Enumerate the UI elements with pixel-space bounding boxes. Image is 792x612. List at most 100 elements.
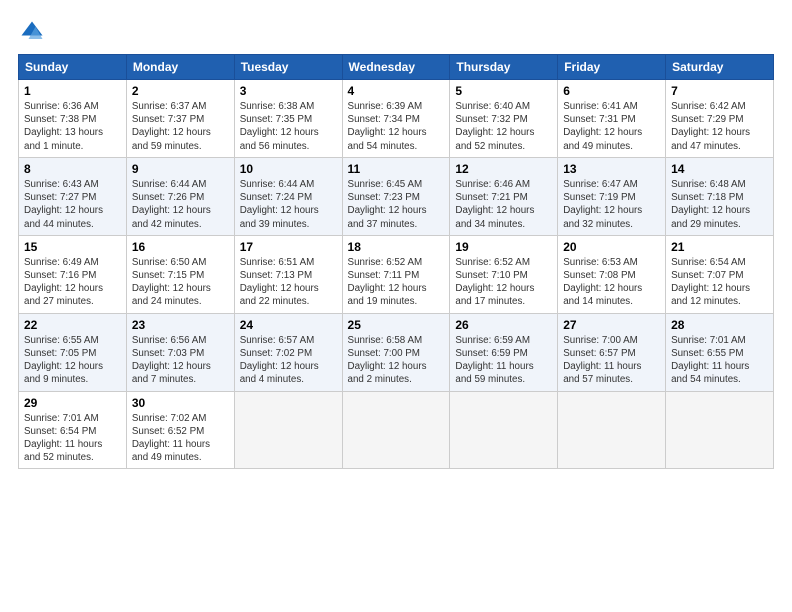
- day-info: Sunrise: 6:42 AMSunset: 7:29 PMDaylight:…: [671, 100, 768, 153]
- calendar-cell: 15 Sunrise: 6:49 AMSunset: 7:16 PMDayligh…: [19, 235, 127, 313]
- calendar-cell: 25 Sunrise: 6:58 AMSunset: 7:00 PMDayligh…: [342, 313, 450, 391]
- calendar-cell: [450, 391, 558, 469]
- day-number: 3: [240, 84, 337, 98]
- day-header-wednesday: Wednesday: [342, 55, 450, 80]
- day-header-friday: Friday: [558, 55, 666, 80]
- day-number: 2: [132, 84, 229, 98]
- day-number: 22: [24, 318, 121, 332]
- logo: [18, 18, 50, 46]
- day-info: Sunrise: 6:45 AMSunset: 7:23 PMDaylight:…: [348, 178, 445, 231]
- day-number: 25: [348, 318, 445, 332]
- calendar-cell: [666, 391, 774, 469]
- day-info: Sunrise: 6:52 AMSunset: 7:10 PMDaylight:…: [455, 256, 552, 309]
- day-info: Sunrise: 6:49 AMSunset: 7:16 PMDaylight:…: [24, 256, 121, 309]
- day-info: Sunrise: 6:46 AMSunset: 7:21 PMDaylight:…: [455, 178, 552, 231]
- day-header-saturday: Saturday: [666, 55, 774, 80]
- calendar-cell: 3 Sunrise: 6:38 AMSunset: 7:35 PMDaylight…: [234, 80, 342, 158]
- day-info: Sunrise: 6:44 AMSunset: 7:24 PMDaylight:…: [240, 178, 337, 231]
- day-info: Sunrise: 7:01 AMSunset: 6:54 PMDaylight:…: [24, 412, 121, 465]
- day-number: 17: [240, 240, 337, 254]
- day-info: Sunrise: 6:44 AMSunset: 7:26 PMDaylight:…: [132, 178, 229, 231]
- day-number: 12: [455, 162, 552, 176]
- calendar-cell: 14Sunrise: 6:48 AMSunset: 7:18 PMDayligh…: [666, 157, 774, 235]
- day-info: Sunrise: 7:02 AMSunset: 6:52 PMDaylight:…: [132, 412, 229, 465]
- calendar-cell: 28 Sunrise: 7:01 AMSunset: 6:55 PMDayligh…: [666, 313, 774, 391]
- day-number: 20: [563, 240, 660, 254]
- calendar-cell: [558, 391, 666, 469]
- calendar-cell: 9 Sunrise: 6:44 AMSunset: 7:26 PMDaylight…: [126, 157, 234, 235]
- day-number: 18: [348, 240, 445, 254]
- day-info: Sunrise: 6:57 AMSunset: 7:02 PMDaylight:…: [240, 334, 337, 387]
- calendar-cell: 11 Sunrise: 6:45 AMSunset: 7:23 PMDayligh…: [342, 157, 450, 235]
- day-number: 26: [455, 318, 552, 332]
- day-number: 11: [348, 162, 445, 176]
- calendar-cell: 27 Sunrise: 7:00 AMSunset: 6:57 PMDayligh…: [558, 313, 666, 391]
- day-header-monday: Monday: [126, 55, 234, 80]
- calendar-cell: 24 Sunrise: 6:57 AMSunset: 7:02 PMDayligh…: [234, 313, 342, 391]
- day-number: 27: [563, 318, 660, 332]
- day-number: 10: [240, 162, 337, 176]
- calendar-cell: 26 Sunrise: 6:59 AMSunset: 6:59 PMDayligh…: [450, 313, 558, 391]
- day-number: 21: [671, 240, 768, 254]
- calendar-cell: 5 Sunrise: 6:40 AMSunset: 7:32 PMDaylight…: [450, 80, 558, 158]
- day-header-tuesday: Tuesday: [234, 55, 342, 80]
- day-info: Sunrise: 6:58 AMSunset: 7:00 PMDaylight:…: [348, 334, 445, 387]
- calendar-cell: 2 Sunrise: 6:37 AMSunset: 7:37 PMDaylight…: [126, 80, 234, 158]
- calendar-cell: 16 Sunrise: 6:50 AMSunset: 7:15 PMDayligh…: [126, 235, 234, 313]
- day-info: Sunrise: 6:48 AMSunset: 7:18 PMDaylight:…: [671, 178, 768, 231]
- calendar-cell: 18 Sunrise: 6:52 AMSunset: 7:11 PMDayligh…: [342, 235, 450, 313]
- day-info: Sunrise: 6:40 AMSunset: 7:32 PMDaylight:…: [455, 100, 552, 153]
- day-info: Sunrise: 6:54 AMSunset: 7:07 PMDaylight:…: [671, 256, 768, 309]
- logo-icon: [18, 18, 46, 46]
- day-number: 23: [132, 318, 229, 332]
- day-info: Sunrise: 6:38 AMSunset: 7:35 PMDaylight:…: [240, 100, 337, 153]
- calendar-cell: 17 Sunrise: 6:51 AMSunset: 7:13 PMDayligh…: [234, 235, 342, 313]
- calendar-cell: [234, 391, 342, 469]
- calendar-cell: 20 Sunrise: 6:53 AMSunset: 7:08 PMDayligh…: [558, 235, 666, 313]
- day-number: 24: [240, 318, 337, 332]
- day-number: 4: [348, 84, 445, 98]
- day-number: 5: [455, 84, 552, 98]
- calendar-cell: 22 Sunrise: 6:55 AMSunset: 7:05 PMDayligh…: [19, 313, 127, 391]
- day-info: Sunrise: 6:59 AMSunset: 6:59 PMDaylight:…: [455, 334, 552, 387]
- day-number: 6: [563, 84, 660, 98]
- day-number: 30: [132, 396, 229, 410]
- day-header-thursday: Thursday: [450, 55, 558, 80]
- day-number: 15: [24, 240, 121, 254]
- day-info: Sunrise: 6:53 AMSunset: 7:08 PMDaylight:…: [563, 256, 660, 309]
- day-number: 9: [132, 162, 229, 176]
- day-info: Sunrise: 6:51 AMSunset: 7:13 PMDaylight:…: [240, 256, 337, 309]
- calendar-cell: 6 Sunrise: 6:41 AMSunset: 7:31 PMDaylight…: [558, 80, 666, 158]
- day-number: 28: [671, 318, 768, 332]
- calendar-cell: 19 Sunrise: 6:52 AMSunset: 7:10 PMDayligh…: [450, 235, 558, 313]
- calendar-cell: 30 Sunrise: 7:02 AMSunset: 6:52 PMDayligh…: [126, 391, 234, 469]
- calendar-cell: [342, 391, 450, 469]
- page: SundayMondayTuesdayWednesdayThursdayFrid…: [0, 0, 792, 479]
- day-number: 8: [24, 162, 121, 176]
- calendar-cell: 12 Sunrise: 6:46 AMSunset: 7:21 PMDayligh…: [450, 157, 558, 235]
- day-info: Sunrise: 7:01 AMSunset: 6:55 PMDaylight:…: [671, 334, 768, 387]
- day-info: Sunrise: 6:56 AMSunset: 7:03 PMDaylight:…: [132, 334, 229, 387]
- day-info: Sunrise: 6:55 AMSunset: 7:05 PMDaylight:…: [24, 334, 121, 387]
- day-info: Sunrise: 6:43 AMSunset: 7:27 PMDaylight:…: [24, 178, 121, 231]
- calendar-table: SundayMondayTuesdayWednesdayThursdayFrid…: [18, 54, 774, 469]
- day-number: 19: [455, 240, 552, 254]
- calendar-cell: 23 Sunrise: 6:56 AMSunset: 7:03 PMDayligh…: [126, 313, 234, 391]
- calendar-cell: 21 Sunrise: 6:54 AMSunset: 7:07 PMDayligh…: [666, 235, 774, 313]
- day-info: Sunrise: 6:39 AMSunset: 7:34 PMDaylight:…: [348, 100, 445, 153]
- day-number: 7: [671, 84, 768, 98]
- day-info: Sunrise: 6:50 AMSunset: 7:15 PMDaylight:…: [132, 256, 229, 309]
- calendar-cell: 7 Sunrise: 6:42 AMSunset: 7:29 PMDaylight…: [666, 80, 774, 158]
- calendar-cell: 4 Sunrise: 6:39 AMSunset: 7:34 PMDaylight…: [342, 80, 450, 158]
- calendar-cell: 29Sunrise: 7:01 AMSunset: 6:54 PMDayligh…: [19, 391, 127, 469]
- day-info: Sunrise: 6:37 AMSunset: 7:37 PMDaylight:…: [132, 100, 229, 153]
- day-info: Sunrise: 6:47 AMSunset: 7:19 PMDaylight:…: [563, 178, 660, 231]
- day-info: Sunrise: 6:52 AMSunset: 7:11 PMDaylight:…: [348, 256, 445, 309]
- day-info: Sunrise: 7:00 AMSunset: 6:57 PMDaylight:…: [563, 334, 660, 387]
- day-info: Sunrise: 6:41 AMSunset: 7:31 PMDaylight:…: [563, 100, 660, 153]
- day-header-sunday: Sunday: [19, 55, 127, 80]
- day-number: 16: [132, 240, 229, 254]
- calendar-cell: 10 Sunrise: 6:44 AMSunset: 7:24 PMDayligh…: [234, 157, 342, 235]
- day-number: 13: [563, 162, 660, 176]
- calendar-cell: 13 Sunrise: 6:47 AMSunset: 7:19 PMDayligh…: [558, 157, 666, 235]
